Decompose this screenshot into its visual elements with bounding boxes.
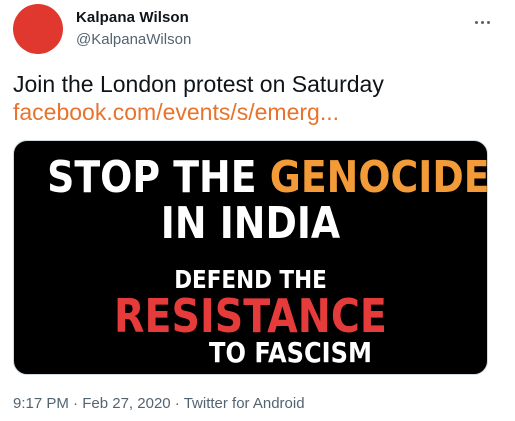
more-options-button[interactable] xyxy=(468,12,496,32)
tweet-card: Kalpana Wilson @KalpanaWilson Join the L… xyxy=(0,0,515,421)
avatar[interactable] xyxy=(13,4,63,54)
poster-line-1: STOP THE GENOCIDE xyxy=(47,152,487,203)
tweet-link[interactable]: facebook.com/events/s/emerg... xyxy=(13,98,503,126)
tweet-media-image[interactable]: STOP THE GENOCIDE IN INDIA DEFEND THE RE… xyxy=(13,140,488,375)
tweet-meta: 9:17 PM · Feb 27, 2020 · Twitter for And… xyxy=(13,395,305,412)
more-horizontal-icon xyxy=(474,20,478,24)
tweet-time[interactable]: 9:17 PM xyxy=(13,395,69,412)
poster-line-4: RESISTANCE xyxy=(114,289,387,343)
dot xyxy=(486,20,490,24)
author-handle[interactable]: @KalpanaWilson xyxy=(76,31,191,48)
meta-separator: · xyxy=(170,395,184,412)
poster-line-1-prefix: STOP THE xyxy=(47,152,270,203)
dot xyxy=(480,20,484,24)
meta-separator: · xyxy=(68,395,83,412)
tweet-source[interactable]: Twitter for Android xyxy=(184,395,305,412)
poster-highlight: GENOCIDE xyxy=(269,152,488,203)
poster-line-5: TO FASCISM xyxy=(209,336,372,369)
tweet-text: Join the London protest on Saturday face… xyxy=(13,70,503,126)
tweet-body: Join the London protest on Saturday xyxy=(13,71,384,97)
author-name[interactable]: Kalpana Wilson xyxy=(76,9,189,26)
poster-line-2: IN INDIA xyxy=(160,198,341,249)
tweet-date[interactable]: Feb 27, 2020 xyxy=(82,395,170,412)
